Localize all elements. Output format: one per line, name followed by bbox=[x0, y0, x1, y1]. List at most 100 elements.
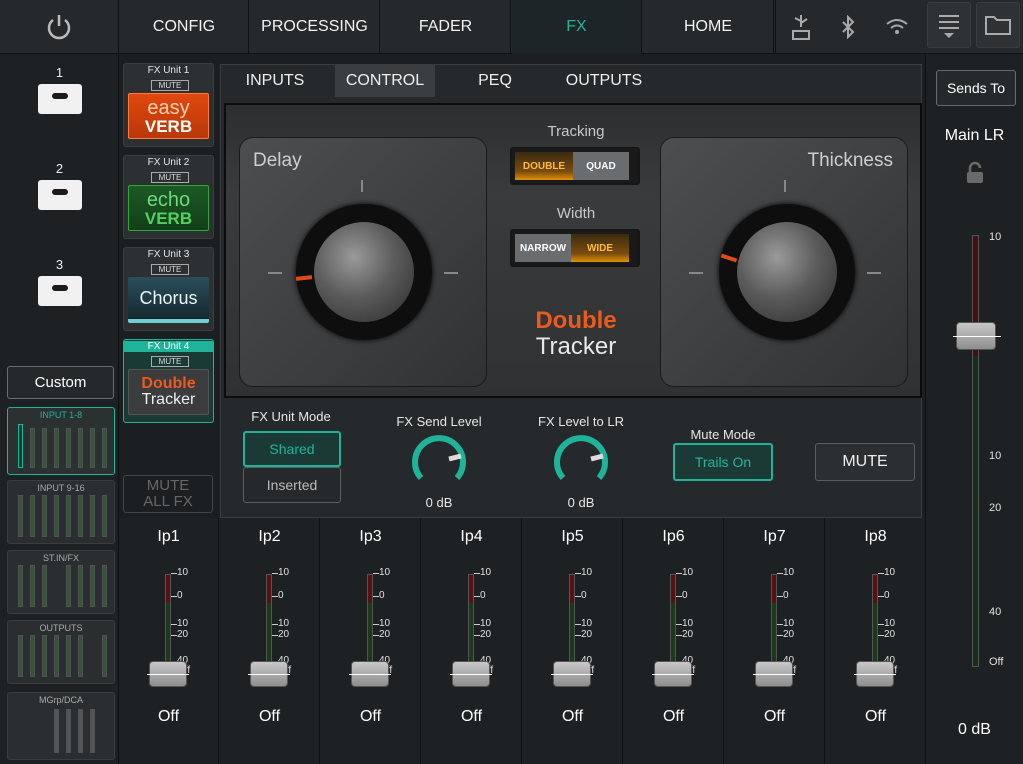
wifi-icon[interactable] bbox=[885, 17, 909, 37]
delay-knob[interactable] bbox=[295, 204, 432, 340]
width-label: Width bbox=[556, 205, 596, 222]
power-button[interactable] bbox=[0, 0, 119, 54]
channel-fader-handle[interactable] bbox=[551, 661, 593, 687]
subtab-peq[interactable]: PEQ bbox=[455, 65, 535, 97]
bank-meter bbox=[66, 565, 71, 607]
width-selector: NARROW WIDE bbox=[510, 229, 640, 267]
custom-button[interactable]: Custom bbox=[7, 366, 114, 399]
bank-label: ST.IN/FX bbox=[42, 553, 79, 563]
top-bar: CONFIG PROCESSING FADER FX HOME bbox=[0, 0, 1023, 54]
fx-art-line1: Double bbox=[141, 375, 196, 392]
sends-to-button[interactable]: Sends To bbox=[936, 70, 1016, 106]
bank-meter bbox=[66, 709, 71, 753]
channel-scale-mark: 20 bbox=[574, 629, 593, 640]
subtab-inputs[interactable]: INPUTS bbox=[231, 65, 319, 97]
master-scale-mark: Off bbox=[989, 656, 1004, 668]
lock-icon[interactable] bbox=[964, 161, 986, 185]
fx-send-level-dial[interactable] bbox=[409, 432, 469, 492]
tab-home[interactable]: HOME bbox=[643, 0, 774, 54]
bank-mgrp-dca[interactable]: MGrp/DCA bbox=[7, 692, 115, 760]
master-scale-mark: 40 bbox=[989, 606, 1002, 618]
tracking-double-option[interactable]: DOUBLE bbox=[515, 152, 573, 180]
channel-name: Ip1 bbox=[157, 528, 180, 545]
fx-unit-4[interactable]: FX Unit 4 MUTE Double Tracker bbox=[123, 339, 214, 423]
soft-key-button[interactable] bbox=[37, 84, 82, 114]
channel-value: Off bbox=[460, 708, 483, 725]
mute-mode-button[interactable]: Trails On bbox=[673, 443, 773, 481]
tab-fx[interactable]: FX bbox=[512, 0, 642, 54]
fx-art-line2: Tracker bbox=[141, 391, 196, 408]
width-wide-option[interactable]: WIDE bbox=[571, 234, 629, 262]
channel-fader-handle[interactable] bbox=[854, 661, 896, 687]
bank-input-9-16[interactable]: INPUT 9-16 bbox=[7, 480, 115, 544]
knob-indicator bbox=[720, 253, 738, 263]
mute-all-fx-button[interactable]: MUTE ALL FX bbox=[123, 475, 213, 513]
tracking-quad-option[interactable]: QUAD bbox=[573, 152, 629, 180]
bank-meter bbox=[90, 709, 95, 753]
fx-send-level-value: 0 dB bbox=[425, 495, 453, 510]
soft-key-1[interactable]: 1 bbox=[0, 65, 119, 114]
fx-panel: INPUTS CONTROL PEQ OUTPUTS Delay Trackin… bbox=[220, 64, 922, 518]
tab-processing[interactable]: PROCESSING bbox=[250, 0, 380, 54]
master-fader-handle[interactable] bbox=[953, 322, 1001, 350]
fx-unit-1[interactable]: FX Unit 1 MUTE easy VERB bbox=[123, 63, 214, 147]
mixer-app: CONFIG PROCESSING FADER FX HOME 1 2 3 Cu… bbox=[0, 0, 1023, 764]
channel-fader-handle[interactable] bbox=[652, 661, 694, 687]
fx-unit-mute[interactable]: MUTE bbox=[151, 264, 189, 275]
subtab-control[interactable]: CONTROL bbox=[335, 65, 435, 97]
bank-meter bbox=[54, 428, 59, 468]
bank-meter bbox=[102, 565, 107, 607]
fx-unit-2[interactable]: FX Unit 2 MUTE echo VERB bbox=[123, 155, 214, 239]
channel-fader-handle[interactable] bbox=[248, 661, 290, 687]
fx-unit-mute[interactable]: MUTE bbox=[151, 172, 189, 183]
soft-key-label: 2 bbox=[55, 161, 64, 176]
fx-level-to-lr-value: 0 dB bbox=[567, 495, 595, 510]
channel-fader-handle[interactable] bbox=[450, 661, 492, 687]
bank-meter bbox=[90, 428, 95, 468]
folder-button[interactable] bbox=[976, 2, 1020, 48]
soft-key-button[interactable] bbox=[37, 180, 82, 210]
bank-meter bbox=[42, 495, 47, 537]
width-narrow-option[interactable]: NARROW bbox=[515, 234, 571, 262]
tracking-selector: DOUBLE QUAD bbox=[510, 147, 640, 185]
channel-scale-mark: 10 bbox=[170, 567, 189, 578]
soft-key-button[interactable] bbox=[37, 276, 82, 306]
tab-fader[interactable]: FADER bbox=[381, 0, 511, 54]
fx-art-line1: easy bbox=[147, 96, 190, 119]
channel-scale-mark: 20 bbox=[372, 629, 391, 640]
channel-strip: Ip8100102040OffOff bbox=[826, 518, 926, 764]
fx-unit-mute[interactable]: MUTE bbox=[151, 356, 189, 367]
bluetooth-icon[interactable] bbox=[840, 15, 856, 39]
bank-input-1-8[interactable]: INPUT 1-8 bbox=[7, 407, 115, 475]
master-bus-label: Main LR bbox=[944, 127, 1005, 144]
subtab-outputs[interactable]: OUTPUTS bbox=[551, 65, 657, 97]
fx-unit-mode-inserted[interactable]: Inserted bbox=[243, 467, 341, 503]
fx-unit-mute[interactable]: MUTE bbox=[151, 80, 189, 91]
channel-fader-handle[interactable] bbox=[349, 661, 391, 687]
channel-strips: Ip1100102040OffOffIp2100102040OffOffIp31… bbox=[119, 518, 926, 764]
delay-label: Delay bbox=[253, 150, 302, 171]
knob-tick bbox=[689, 272, 703, 274]
mute-button[interactable]: MUTE bbox=[815, 443, 915, 481]
bank-st-in-fx[interactable]: ST.IN/FX bbox=[7, 550, 115, 614]
bank-meter bbox=[42, 635, 47, 677]
fx-unit-mode-label: FX Unit Mode bbox=[251, 409, 331, 424]
usb-storage-icon[interactable] bbox=[790, 13, 812, 41]
thickness-knob[interactable] bbox=[719, 204, 855, 340]
channel-scale-mark: 10 bbox=[473, 618, 492, 629]
bank-outputs[interactable]: OUTPUTS bbox=[7, 620, 115, 684]
menu-button[interactable] bbox=[927, 2, 971, 48]
channel-fader-handle[interactable] bbox=[147, 661, 189, 687]
soft-key-2[interactable]: 2 bbox=[0, 161, 119, 210]
tab-config[interactable]: CONFIG bbox=[120, 0, 249, 54]
knob-indicator bbox=[295, 275, 313, 281]
fx-level-to-lr-dial[interactable] bbox=[551, 432, 611, 492]
fx-unit-art: Chorus bbox=[128, 277, 209, 323]
soft-key-3[interactable]: 3 bbox=[0, 257, 119, 306]
knob-tick bbox=[268, 272, 282, 274]
fx-unit-3[interactable]: FX Unit 3 MUTE Chorus bbox=[123, 247, 214, 331]
channel-fader-handle[interactable] bbox=[753, 661, 795, 687]
power-icon bbox=[47, 15, 71, 40]
fx-unit-mode-shared[interactable]: Shared bbox=[243, 431, 341, 467]
knob-tick bbox=[784, 180, 786, 192]
